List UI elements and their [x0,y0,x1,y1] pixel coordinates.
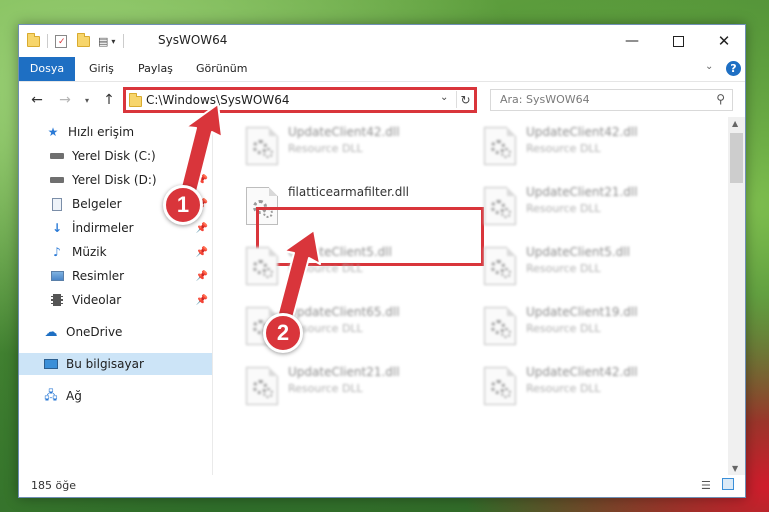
step-badge-2: 2 [263,313,303,353]
callout-arrows [177,103,321,326]
step-badge-1: 1 [163,185,203,225]
arrow-2-shape [275,229,321,326]
